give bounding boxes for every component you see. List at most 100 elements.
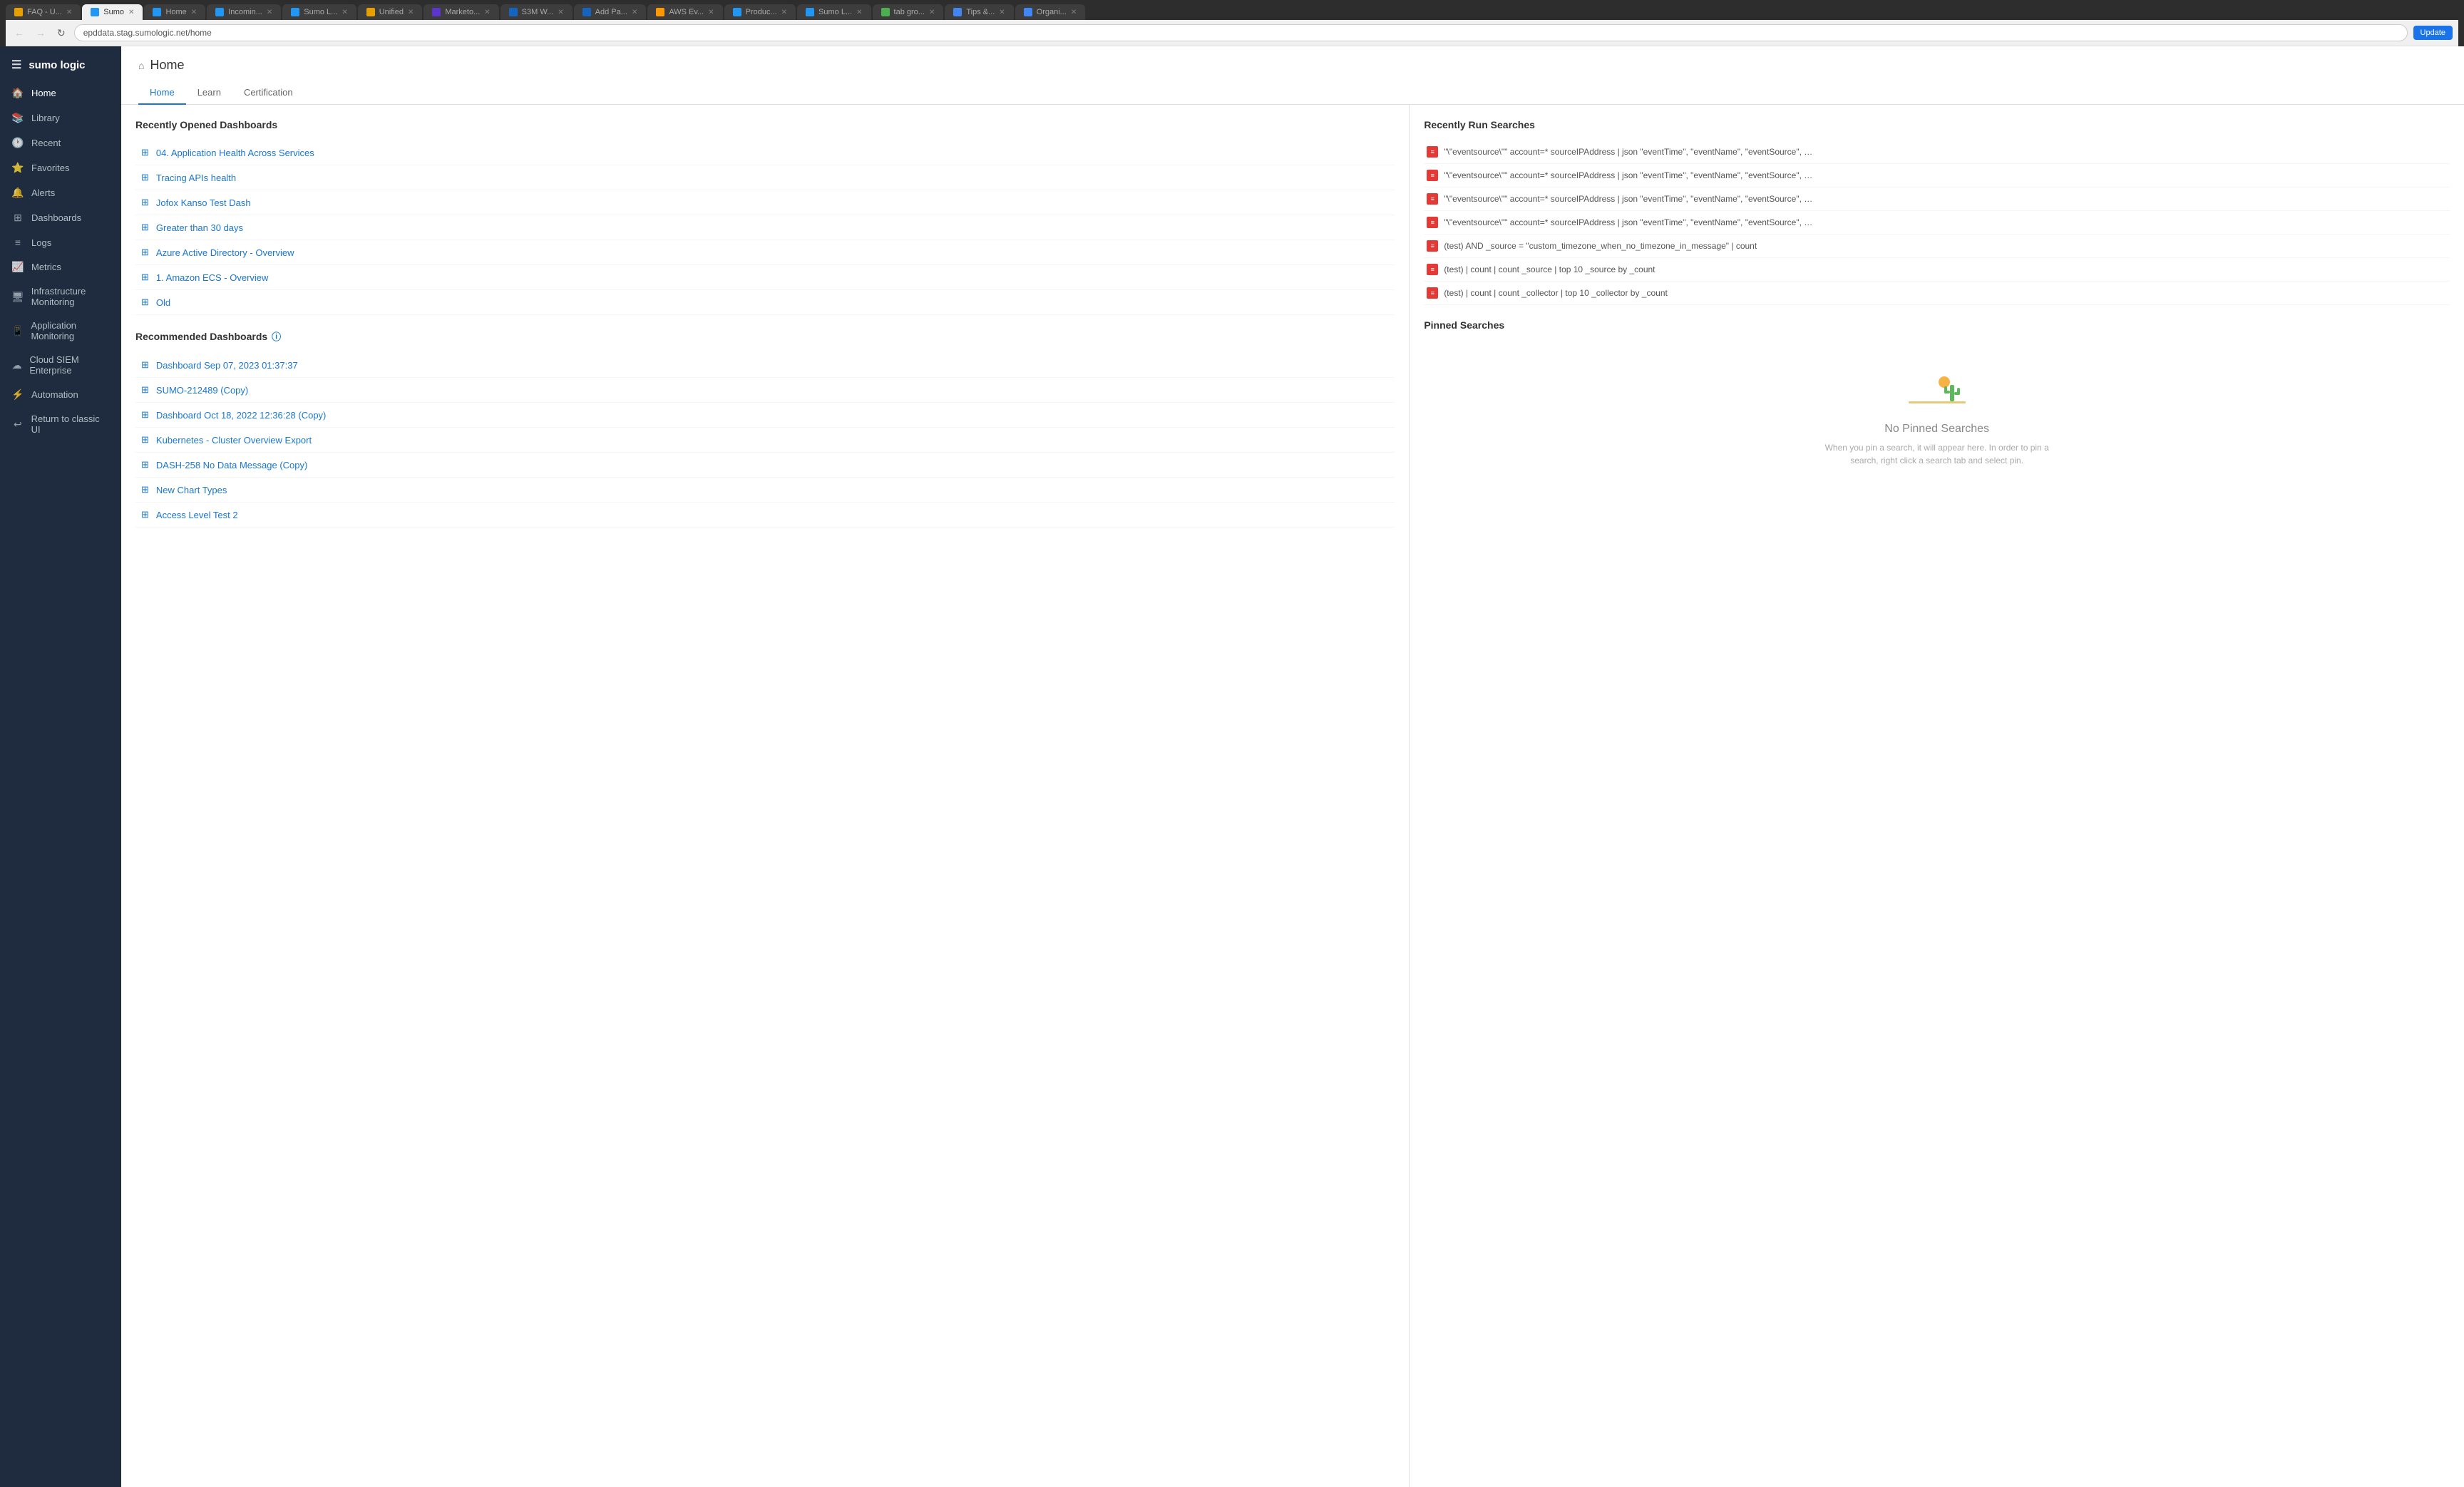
sidebar-icon-metrics: 📈 bbox=[11, 261, 24, 273]
recommended-item[interactable]: ⊞ Access Level Test 2 bbox=[135, 503, 1395, 528]
browser-tab-s3m[interactable]: S3M W...✕ bbox=[500, 4, 573, 20]
recommended-item[interactable]: ⊞New Chart Types bbox=[135, 478, 1395, 503]
recommended-item[interactable]: ⊞ Dashboard Oct 18, 2022 12:36:28 (Copy) bbox=[135, 403, 1395, 428]
sidebar-item-logs[interactable]: ≡ Logs bbox=[0, 230, 121, 254]
search-item[interactable]: ≡"\"eventsource\"" account=* sourceIPAdd… bbox=[1424, 140, 2450, 164]
browser-tab-sumo[interactable]: Sumo✕ bbox=[82, 4, 143, 20]
sidebar-item-recent[interactable]: 🕐Recent bbox=[0, 130, 121, 155]
dashboard-name: 1. Amazon ECS - Overview bbox=[156, 272, 269, 283]
sidebar-item-alerts[interactable]: 🔔Alerts bbox=[0, 180, 121, 205]
sidebar-item-return[interactable]: ↩ Return to classic UI bbox=[0, 407, 121, 441]
dashboard-item[interactable]: ⊞1. Amazon ECS - Overview bbox=[135, 265, 1395, 290]
browser-tab-faq[interactable]: FAQ - U...✕ bbox=[6, 4, 81, 20]
sidebar-item-favorites[interactable]: ⭐Favorites bbox=[0, 155, 121, 180]
update-button[interactable]: Update bbox=[2413, 26, 2453, 40]
search-icon: ≡ bbox=[1427, 170, 1438, 181]
search-item[interactable]: ≡(test) | count | count _source | top 10… bbox=[1424, 258, 2450, 282]
browser-tab-tabgro[interactable]: tab gro...✕ bbox=[873, 4, 944, 20]
sidebar-icon-appmon: 📱 bbox=[11, 325, 24, 337]
search-item[interactable]: ≡"\"eventsource\"" account=* sourceIPAdd… bbox=[1424, 164, 2450, 187]
page-header: ⌂ Home HomeLearnCertification bbox=[121, 46, 2464, 105]
page-tab-certification[interactable]: Certification bbox=[232, 81, 304, 105]
sidebar-item-appmon[interactable]: 📱 Application Monitoring bbox=[0, 314, 121, 348]
no-pinned-container: No Pinned Searches When you pin a search… bbox=[1424, 341, 2450, 495]
sidebar-icon-return: ↩ bbox=[11, 418, 24, 431]
recommended-title: Recommended Dashboards ⓘ bbox=[135, 329, 1395, 343]
page-tab-learn[interactable]: Learn bbox=[186, 81, 232, 105]
sidebar-item-automation[interactable]: ⚡ Automation bbox=[0, 382, 121, 407]
search-item[interactable]: ≡ (test) AND _source = "custom_timezone_w… bbox=[1424, 235, 2450, 258]
browser-tab-tips[interactable]: Tips &...✕ bbox=[945, 4, 1013, 20]
dashboard-item[interactable]: ⊞Greater than 30 days bbox=[135, 215, 1395, 240]
sidebar-item-library[interactable]: 📚Library bbox=[0, 106, 121, 130]
page-tab-home[interactable]: Home bbox=[138, 81, 186, 105]
search-item[interactable]: ≡(test) | count | count _collector | top… bbox=[1424, 282, 2450, 305]
dashboard-icon: ⊞ bbox=[141, 147, 149, 158]
dashboard-icon: ⊞ bbox=[141, 172, 149, 183]
rec-dashboard-name: Access Level Test 2 bbox=[156, 510, 238, 520]
rec-dashboard-icon: ⊞ bbox=[141, 509, 149, 520]
info-icon[interactable]: ⓘ bbox=[272, 329, 281, 343]
browser-tab-incoming[interactable]: Incomin...✕ bbox=[207, 4, 281, 20]
browser-tab-sumol[interactable]: Sumo L...✕ bbox=[282, 4, 356, 20]
sidebar-label-appmon: Application Monitoring bbox=[31, 320, 110, 341]
browser-tab-market[interactable]: Marketo...✕ bbox=[423, 4, 498, 20]
dashboard-name: Tracing APIs health bbox=[156, 173, 236, 183]
browser-tab-unified[interactable]: Unified✕ bbox=[358, 4, 423, 20]
dashboard-item[interactable]: ⊞04. Application Health Across Services bbox=[135, 140, 1395, 165]
browser-tab-sumol2[interactable]: Sumo L...✕ bbox=[797, 4, 871, 20]
refresh-button[interactable]: ↻ bbox=[54, 26, 68, 41]
recommended-item[interactable]: ⊞Kubernetes - Cluster Overview Export bbox=[135, 428, 1395, 453]
search-text: (test) AND _source = "custom_timezone_wh… bbox=[1444, 241, 1757, 251]
sidebar-icon-logs: ≡ bbox=[11, 237, 24, 248]
dashboard-item[interactable]: ⊞Azure Active Directory - Overview bbox=[135, 240, 1395, 265]
sidebar-icon-cloud: ☁ bbox=[11, 359, 22, 371]
browser-actions: Update bbox=[2413, 26, 2453, 40]
rec-dashboard-name: Dashboard Sep 07, 2023 01:37:37 bbox=[156, 360, 298, 371]
browser-tab-addpa[interactable]: Add Pa...✕ bbox=[574, 4, 647, 20]
rec-dashboard-icon: ⊞ bbox=[141, 359, 149, 371]
sidebar-label-favorites: Favorites bbox=[31, 163, 69, 173]
browser-toolbar: ← → ↻ epddata.stag.sumologic.net/home Up… bbox=[6, 20, 2458, 46]
sidebar-item-cloud[interactable]: ☁Cloud SIEM Enterprise bbox=[0, 348, 121, 382]
browser-tab-produ[interactable]: Produc...✕ bbox=[724, 4, 796, 20]
page-title-row: ⌂ Home bbox=[138, 58, 2447, 73]
dashboard-name: Greater than 30 days bbox=[156, 222, 243, 233]
forward-button[interactable]: → bbox=[33, 26, 48, 40]
rec-dashboard-icon: ⊞ bbox=[141, 484, 149, 495]
browser-tab-home[interactable]: Home✕ bbox=[144, 4, 205, 20]
sidebar-item-home[interactable]: 🏠Home bbox=[0, 81, 121, 106]
sidebar-icon-automation: ⚡ bbox=[11, 389, 24, 401]
browser-tab-awsev[interactable]: AWS Ev...✕ bbox=[647, 4, 722, 20]
address-bar[interactable]: epddata.stag.sumologic.net/home bbox=[74, 24, 2408, 41]
search-icon: ≡ bbox=[1427, 146, 1438, 158]
sidebar-label-return: Return to classic UI bbox=[31, 413, 110, 435]
sidebar-item-dashboards[interactable]: ⊞Dashboards bbox=[0, 205, 121, 230]
sidebar-item-metrics[interactable]: 📈Metrics bbox=[0, 254, 121, 279]
sidebar-nav: 🏠Home📚Library🕐Recent⭐Favorites🔔Alerts⊞Da… bbox=[0, 81, 121, 441]
search-item[interactable]: ≡"\"eventsource\"" account=* sourceIPAdd… bbox=[1424, 211, 2450, 235]
sidebar-item-infra[interactable]: 🖥Infrastructure Monitoring bbox=[0, 279, 121, 314]
search-item[interactable]: ≡"\"eventsource\"" account=* sourceIPAdd… bbox=[1424, 187, 2450, 211]
sidebar-label-automation: Automation bbox=[31, 389, 78, 400]
sidebar-label-recent: Recent bbox=[31, 138, 61, 148]
recommended-item[interactable]: ⊞SUMO-212489 (Copy) bbox=[135, 378, 1395, 403]
sidebar-label-logs: Logs bbox=[31, 237, 51, 248]
dashboard-item[interactable]: ⊞Jofox Kanso Test Dash bbox=[135, 190, 1395, 215]
sidebar-label-infra: Infrastructure Monitoring bbox=[31, 286, 110, 307]
dashboard-item[interactable]: ⊞Old bbox=[135, 290, 1395, 315]
search-icon: ≡ bbox=[1427, 240, 1438, 252]
rec-dashboard-name: Dashboard Oct 18, 2022 12:36:28 (Copy) bbox=[156, 410, 326, 421]
recommended-item[interactable]: ⊞ Dashboard Sep 07, 2023 01:37:37 bbox=[135, 353, 1395, 378]
menu-icon[interactable]: ☰ bbox=[11, 58, 21, 72]
browser-tabs: FAQ - U...✕Sumo✕Home✕Incomin...✕Sumo L..… bbox=[6, 4, 2458, 20]
rec-dashboard-icon: ⊞ bbox=[141, 409, 149, 421]
sidebar-icon-library: 📚 bbox=[11, 112, 24, 124]
sidebar-label-home: Home bbox=[31, 88, 56, 98]
browser-tab-organi[interactable]: Organi...✕ bbox=[1015, 4, 1086, 20]
dashboard-item[interactable]: ⊞ Tracing APIs health bbox=[135, 165, 1395, 190]
recommended-list: ⊞ Dashboard Sep 07, 2023 01:37:37 ⊞SUMO-21… bbox=[135, 353, 1395, 528]
recommended-item[interactable]: ⊞DASH-258 No Data Message (Copy) bbox=[135, 453, 1395, 478]
page-tabs: HomeLearnCertification bbox=[138, 81, 2447, 104]
back-button[interactable]: ← bbox=[11, 26, 27, 40]
